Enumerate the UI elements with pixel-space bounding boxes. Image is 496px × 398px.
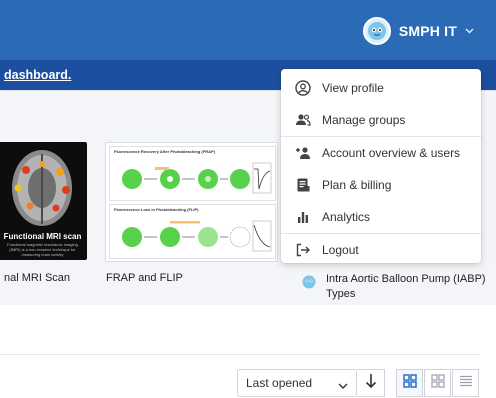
chevron-down-icon — [465, 26, 474, 37]
card-title-frap[interactable]: FRAP and FLIP — [106, 272, 183, 284]
grid-small-view-button[interactable] — [424, 369, 451, 397]
sort-select-value: Last opened — [246, 376, 313, 390]
grid-small-icon — [430, 373, 445, 393]
menu-item-view-profile[interactable]: View profile — [281, 72, 481, 104]
menu-label: Manage groups — [322, 113, 406, 127]
users-icon — [295, 112, 311, 128]
menu-label: Account overview & users — [322, 146, 461, 160]
brain-scan-image — [12, 150, 72, 226]
user-menu-toggle[interactable]: SMPH IT — [362, 16, 474, 46]
card-title-mri[interactable]: nal MRI Scan — [4, 272, 70, 284]
card-thumbnail-mri[interactable]: Functional MRI scan Functional magnetic … — [0, 142, 87, 260]
page: SMPH IT dashboard. Functional MRI scan F… — [0, 0, 496, 398]
list-view-button[interactable] — [452, 369, 479, 397]
grid-large-icon — [402, 373, 417, 393]
flip-panel: Fluorescence Loss in Photobleaching (FLI… — [109, 204, 276, 259]
receipt-icon — [295, 177, 311, 193]
user-name: SMPH IT — [398, 23, 457, 39]
menu-label: Analytics — [322, 210, 371, 224]
card-thumbnail-frap[interactable]: Fluorescence Recovery After Photobleachi… — [105, 142, 278, 262]
menu-item-analytics[interactable]: Analytics — [281, 201, 481, 233]
mri-image-title: Functional MRI scan — [3, 232, 82, 241]
menu-item-manage-groups[interactable]: Manage groups — [281, 104, 481, 136]
iabp-card-icon — [302, 275, 316, 289]
section-divider — [0, 354, 480, 355]
dashboard-link[interactable]: dashboard. — [4, 68, 71, 82]
frap-diagram — [122, 162, 272, 194]
user-dropdown-menu: View profile Manage groups Account overv… — [281, 69, 481, 263]
mascot-icon — [367, 22, 386, 40]
menu-label: View profile — [322, 81, 384, 95]
menu-item-account-overview[interactable]: Account overview & users — [281, 137, 481, 169]
card-title-iabp[interactable]: Intra Aortic Balloon Pump (IABP) Types — [326, 272, 486, 302]
mri-image-subtitle: Functional magnetic resonance imaging (f… — [7, 242, 78, 257]
user-circle-icon — [295, 80, 311, 96]
add-user-icon — [295, 145, 311, 161]
menu-item-logout[interactable]: Logout — [281, 234, 481, 266]
grid-large-view-button[interactable] — [396, 369, 423, 397]
list-icon — [459, 374, 473, 393]
menu-label: Logout — [322, 243, 359, 257]
bar-chart-icon — [295, 209, 311, 225]
logout-icon — [295, 242, 311, 258]
menu-item-plan-billing[interactable]: Plan & billing — [281, 169, 481, 201]
chevron-down-icon — [338, 379, 348, 393]
arrow-down-icon — [365, 373, 377, 394]
flip-diagram — [122, 220, 272, 252]
top-header: SMPH IT — [0, 0, 496, 60]
sort-direction-button[interactable] — [357, 369, 385, 397]
frap-panel: Fluorescence Recovery After Photobleachi… — [109, 146, 276, 201]
menu-label: Plan & billing — [322, 178, 392, 192]
avatar — [362, 17, 391, 45]
sort-select[interactable]: Last opened — [237, 369, 357, 397]
